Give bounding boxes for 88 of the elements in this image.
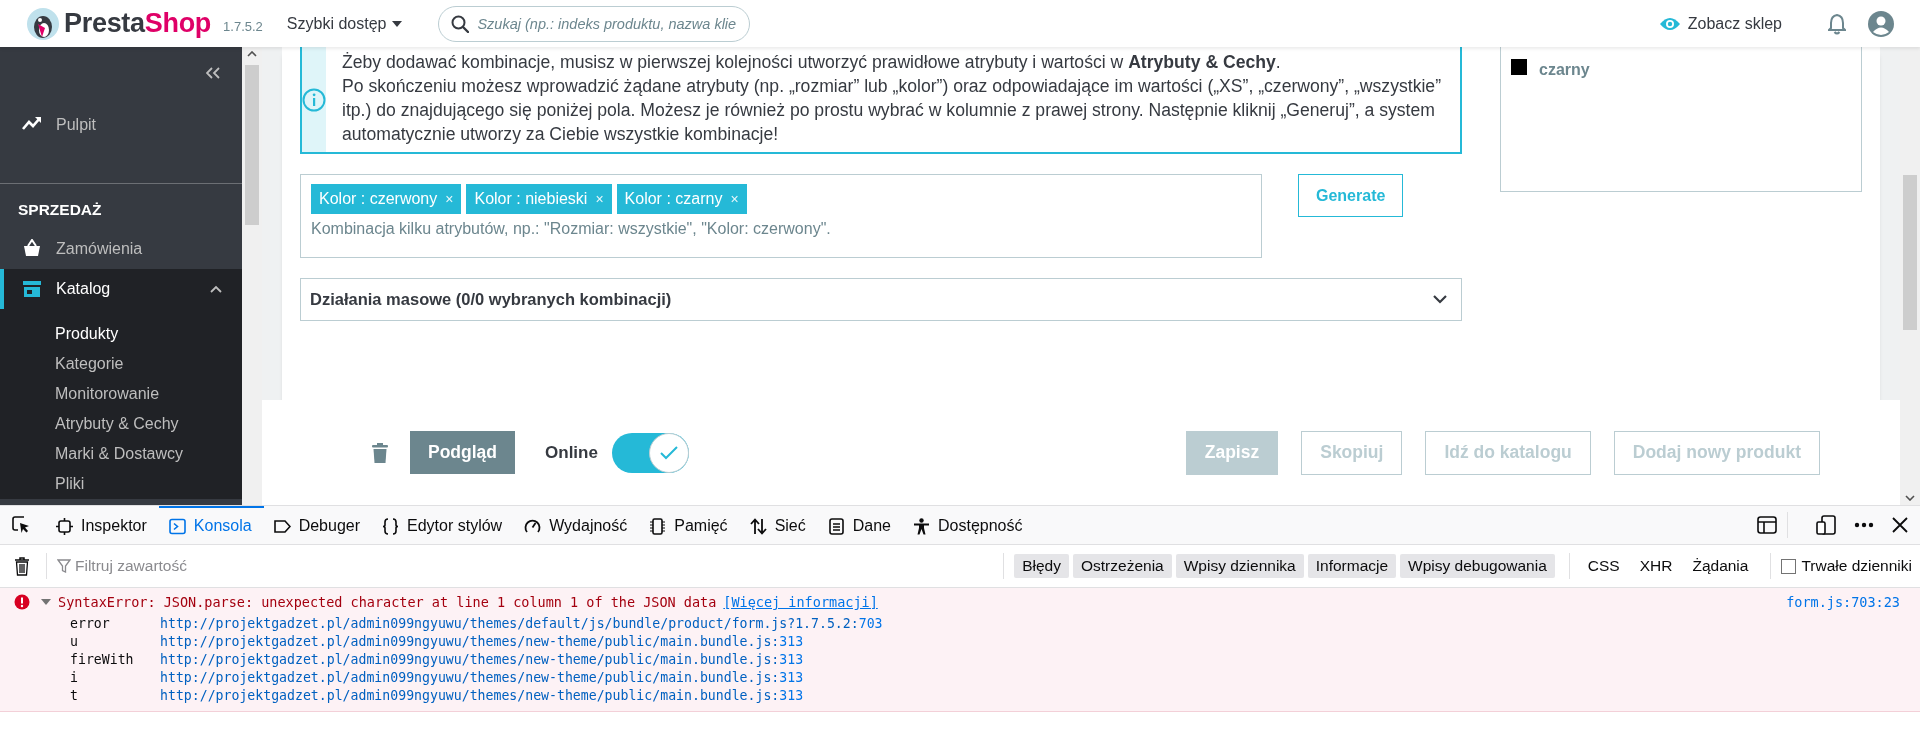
tag-icon <box>273 517 291 535</box>
submenu-item[interactable]: Kategorie <box>0 349 242 379</box>
expand-triangle-icon[interactable] <box>41 597 51 607</box>
dock-layout-icon[interactable] <box>1757 516 1777 534</box>
submenu-item[interactable]: Atrybuty & Cechy <box>0 409 242 439</box>
error-message: SyntaxError: JSON.parse: unexpected character at line 1 column 1 of the JSON data <box>58 594 717 610</box>
caret-icon <box>392 20 403 27</box>
devtools-tab[interactable]: Inspektor <box>46 506 159 544</box>
devtools-tab[interactable]: Konsola <box>158 506 264 544</box>
stack-function-name: fireWith <box>70 652 135 667</box>
submenu-item[interactable]: Produkty <box>0 319 242 349</box>
persist-logs-label[interactable]: Trwałe dzienniki <box>1801 557 1912 575</box>
scrollbar[interactable] <box>242 47 262 505</box>
gauge-icon <box>524 517 542 535</box>
notifications-bell-icon[interactable] <box>1828 12 1846 35</box>
eye-icon <box>1659 16 1680 31</box>
log-level-filter-button[interactable]: Wpisy dziennika <box>1175 554 1304 578</box>
trash-icon[interactable] <box>14 556 30 576</box>
person-icon <box>913 517 930 535</box>
color-swatch[interactable] <box>1511 59 1527 75</box>
sidebar-item[interactable]: Zamówienia <box>0 229 242 269</box>
submenu-item[interactable]: Pliki <box>0 469 242 499</box>
basket-icon <box>22 239 42 259</box>
stack-function-name: i <box>70 670 79 685</box>
logo-icon[interactable] <box>26 6 60 41</box>
stack-frame-link[interactable]: http://projektgadzet.pl/admin099ngyuwu/themes/new-theme/public/main.bundle.js:313 <box>160 634 883 649</box>
chip-icon <box>649 517 667 535</box>
stack-frame-link[interactable]: http://projektgadzet.pl/admin099ngyuwu/themes/new-theme/public/main.bundle.js:313 <box>160 652 883 667</box>
quick-access-dropdown[interactable]: Szybki dostęp <box>286 14 403 33</box>
scroll-down-icon[interactable] <box>1905 495 1915 501</box>
stack-frame-link[interactable]: http://projektgadzet.pl/admin099ngyuwu/themes/new-theme/public/main.bundle.js:313 <box>160 688 883 703</box>
scroll-up-icon[interactable] <box>247 51 257 57</box>
error-icon <box>14 594 30 610</box>
scrollbar-thumb[interactable] <box>245 65 259 225</box>
log-level-filter-button[interactable]: Błędy <box>1014 554 1069 578</box>
stack-function-name: t <box>70 688 79 703</box>
log-level-filter-button[interactable]: Wpisy debugowania <box>1400 554 1555 578</box>
stack-frame-link[interactable]: http://projektgadzet.pl/admin099ngyuwu/themes/default/js/bundle/product/form.js?1.7.5.2:703 <box>160 616 883 631</box>
online-toggle[interactable] <box>611 432 689 473</box>
logo-text[interactable]: PrestaShop <box>64 8 212 39</box>
stack-frame-link[interactable]: http://projektgadzet.pl/admin099ngyuwu/themes/new-theme/public/main.bundle.js:313 <box>160 670 883 685</box>
attribute-value-label[interactable]: czarny <box>1539 61 1590 79</box>
request-type-filter-button[interactable]: Żądania <box>1684 554 1757 578</box>
submenu-item[interactable]: Monitorowanie <box>0 379 242 409</box>
scrollbar[interactable] <box>1900 47 1920 505</box>
log-level-filter-button[interactable]: Ostrzeżenia <box>1073 554 1172 578</box>
element-picker-icon[interactable] <box>12 516 30 534</box>
persist-logs-checkbox[interactable] <box>1781 558 1797 574</box>
request-type-filter-button[interactable]: XHR <box>1631 554 1681 578</box>
stack-function-name: u <box>70 634 79 649</box>
version-label: 1.7.5.2 <box>223 19 263 34</box>
online-label: Online <box>545 442 598 463</box>
devtools-tab[interactable]: Dane <box>817 506 903 544</box>
devtools-tab[interactable]: Debuger <box>263 506 372 544</box>
devtools-tab[interactable]: Wydajność <box>514 506 640 544</box>
filter-field[interactable]: Filtruj zawartość <box>75 557 994 575</box>
arrows-up-down-icon <box>749 517 767 535</box>
devtools-tab[interactable]: Dostępność <box>903 506 1035 544</box>
request-type-filter-button[interactable]: CSS <box>1579 554 1628 578</box>
info-text: Po skończeniu możesz wprowadzić żądane atrybuty (np. „rozmiar” lub „kolor”) oraz odpowiadające im wartości („XS”, „czerwony”, „wszystkie” itp.) do znajdującego się poniżej pola. Możesz je również po prostu wybrać w kolumnie z prawej strony. Następnie kliknij „Generuj”, a system automatycznie utworzy za Ciebie wszystkie kombinacje! <box>342 75 1442 146</box>
devtools-tab[interactable]: Pamięć <box>639 506 740 544</box>
devtools-tab[interactable]: Edytor stylów <box>372 506 515 544</box>
sidebar-item[interactable]: Pulpit <box>0 105 242 145</box>
info-text: Żeby dodawać kombinacje, musisz w pierwszej kolejności utworzyć prawidłowe atrybuty i wartości w Atrybuty & Cechy. <box>342 51 1282 74</box>
store-icon <box>22 279 42 299</box>
filter-icon <box>57 559 71 573</box>
braces-icon <box>382 517 399 535</box>
preview-button[interactable]: Podgląd <box>410 431 516 474</box>
close-icon[interactable] <box>1892 517 1908 533</box>
responsive-design-icon[interactable] <box>1816 515 1836 535</box>
menu-section-title: SPRZEDAŻ <box>17 200 103 220</box>
user-avatar-icon[interactable] <box>1868 10 1894 37</box>
learn-more-link[interactable]: [Więcej informacji] <box>723 594 878 610</box>
inspector-icon <box>56 517 73 535</box>
document-icon <box>827 517 845 535</box>
bulk-actions-dropdown[interactable]: Działania masowe (0/0 wybranych kombinacji) <box>300 278 1462 321</box>
search-field[interactable]: Szukaj (np.: indeks produktu, nazwa klie <box>438 5 751 42</box>
view-shop-link[interactable]: Zobacz sklep <box>1659 14 1782 33</box>
devtools-tab[interactable]: Sieć <box>739 506 818 544</box>
console-icon <box>168 517 186 535</box>
more-options-icon[interactable] <box>1854 522 1874 528</box>
check-icon <box>659 445 678 460</box>
source-location-link[interactable]: form.js:703:23 <box>1786 594 1900 610</box>
stack-function-name: error <box>70 616 111 631</box>
log-level-filter-button[interactable]: Informacje <box>1307 554 1397 578</box>
collapse-menu-icon[interactable] <box>206 67 220 79</box>
submenu-item[interactable]: Marki & Dostawcy <box>0 439 242 469</box>
scrollbar-thumb[interactable] <box>1903 175 1917 330</box>
